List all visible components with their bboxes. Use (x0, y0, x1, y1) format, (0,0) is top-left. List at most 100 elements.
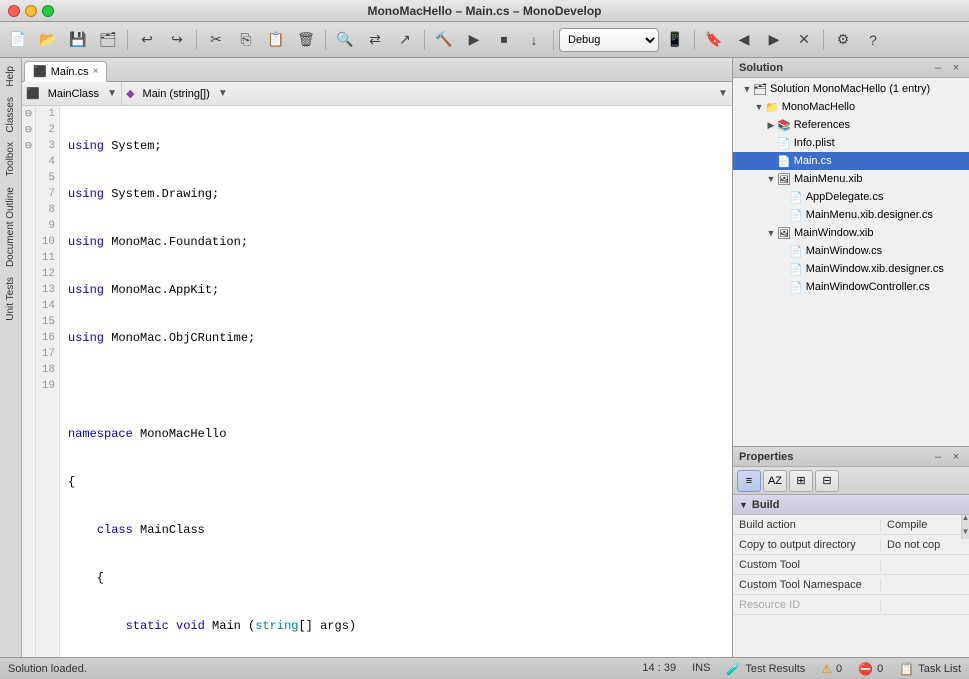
code-content[interactable]: using System; using System.Drawing; usin… (60, 106, 732, 657)
build-section-arrow: ▼ (739, 500, 748, 510)
scroll-up-btn[interactable]: ▲ (962, 515, 969, 525)
classes-panel-btn[interactable]: Classes (3, 93, 18, 137)
save-button[interactable]: 💾 (64, 26, 92, 54)
cut-button[interactable]: ✂ (202, 26, 230, 54)
help-button[interactable]: ? (859, 26, 887, 54)
tab-close-button[interactable]: × (93, 66, 99, 77)
mainwindow-xib-icon: 🖼 (777, 227, 791, 240)
tree-mainwindow-cs[interactable]: 📄 MainWindow.cs (733, 242, 969, 260)
code-editor[interactable]: ⊖ ⊖ ⊖ 1 2 (22, 106, 732, 657)
next-bookmark-button[interactable]: ▶ (760, 26, 788, 54)
props-view-alpha-btn[interactable]: AZ (763, 470, 787, 492)
tree-mainmenu-designer[interactable]: 📄 MainMenu.xib.designer.cs (733, 206, 969, 224)
solution-panel-minimize[interactable]: – (931, 61, 945, 75)
tree-mainmenu-label: MainMenu.xib (794, 173, 862, 185)
tree-root-arrow[interactable]: ▼ (741, 83, 753, 95)
document-outline-panel-btn[interactable]: Document Outline (3, 183, 18, 271)
errors-count: 0 (877, 663, 883, 675)
toolbox-panel-btn[interactable]: Toolbox (3, 138, 18, 180)
search-button[interactable]: 🔍 (331, 26, 359, 54)
props-view-category-btn[interactable]: ⊞ (789, 470, 813, 492)
props-view-all-btn[interactable]: ≡ (737, 470, 761, 492)
tab-main-cs[interactable]: ⬛ Main.cs × (24, 61, 107, 82)
tree-mainwindow-xib[interactable]: ▼ 🖼 MainWindow.xib (733, 224, 969, 242)
build-section-header[interactable]: ▼ Build (733, 495, 969, 515)
prev-bookmark-button[interactable]: ◀ (730, 26, 758, 54)
fold-column: ⊖ ⊖ ⊖ (22, 106, 36, 657)
tree-mainwindow-xib-label: MainWindow.xib (794, 227, 873, 239)
maximize-button[interactable] (42, 5, 54, 17)
tree-mainmenu-arrow[interactable]: ▼ (765, 173, 777, 185)
separator-2 (196, 30, 197, 50)
properties-table: Build action Compile ▲ ▼ Copy to output … (733, 515, 969, 657)
new-button[interactable]: 📄 (4, 26, 32, 54)
tree-mainwindow-arrow[interactable]: ▼ (765, 227, 777, 239)
warnings-count: 0 (836, 663, 842, 675)
separator-5 (553, 30, 554, 50)
window-controls[interactable] (8, 5, 54, 17)
props-label-custom-tool-ns: Custom Tool Namespace (733, 579, 881, 591)
minimize-button[interactable] (25, 5, 37, 17)
props-row-custom-tool[interactable]: Custom Tool (733, 555, 969, 575)
mainwindow-designer-icon: 📄 (789, 263, 803, 276)
solution-panel-close[interactable]: × (949, 61, 963, 75)
tree-root[interactable]: ▼ 🗂 Solution MonoMacHello (1 entry) (733, 80, 969, 98)
tree-appdelegate[interactable]: 📄 AppDelegate.cs (733, 188, 969, 206)
paste-button[interactable]: 📋 (262, 26, 290, 54)
tree-infoplist-label: Info.plist (794, 137, 835, 149)
tree-mainwindow-designer-label: MainWindow.xib.designer.cs (806, 263, 944, 275)
redo-button[interactable]: ↪ (163, 26, 191, 54)
method-dropdown-arrow[interactable]: ▼ (214, 82, 232, 105)
tree-mainwindow-designer[interactable]: 📄 MainWindow.xib.designer.cs (733, 260, 969, 278)
save-all-button[interactable]: 🗂 (94, 26, 122, 54)
unit-tests-panel-btn[interactable]: Unit Tests (3, 273, 18, 325)
properties-panel-close[interactable]: × (949, 450, 963, 464)
status-right: 14 : 39 INS 🧪 Test Results ⚠ 0 ⛔ 0 📋 Tas… (642, 662, 961, 676)
tree-mainwindow-controller[interactable]: 📄 MainWindowController.cs (733, 278, 969, 296)
close-button[interactable] (8, 5, 20, 17)
props-row-build-action[interactable]: Build action Compile ▲ ▼ (733, 515, 969, 535)
error-icon: ⛔ (858, 662, 873, 676)
tree-maincs[interactable]: 📄 Main.cs (733, 152, 969, 170)
class-dropdown-arrow[interactable]: ▼ (103, 82, 121, 105)
clear-bookmarks-button[interactable]: ✕ (790, 26, 818, 54)
run-button[interactable]: ▶ (460, 26, 488, 54)
device-button[interactable]: 📱 (661, 26, 689, 54)
props-label-custom-tool: Custom Tool (733, 559, 881, 571)
step-button[interactable]: ↓ (520, 26, 548, 54)
tree-project[interactable]: ▼ 📁 MonoMacHello (733, 98, 969, 116)
stop-button[interactable]: ⏹ (490, 26, 518, 54)
delete-button[interactable]: 🗑 (292, 26, 320, 54)
undo-button[interactable]: ↩ (133, 26, 161, 54)
nav-scroll-btn[interactable]: ▼ (714, 82, 732, 105)
tree-references-arrow[interactable]: ▶ (765, 119, 777, 131)
properties-panel-minimize[interactable]: – (931, 450, 945, 464)
solution-tree[interactable]: ▼ 🗂 Solution MonoMacHello (1 entry) ▼ 📁 … (733, 78, 969, 446)
tree-mainmenu-xib[interactable]: ▼ 🖼 MainMenu.xib (733, 170, 969, 188)
props-scrollbar[interactable]: ▲ ▼ (961, 515, 969, 539)
props-view-custom-btn[interactable]: ⊟ (815, 470, 839, 492)
bookmark-button[interactable]: 🔖 (700, 26, 728, 54)
properties-panel-title: Properties (739, 451, 793, 463)
separator-6 (694, 30, 695, 50)
props-row-copy-output[interactable]: Copy to output directory Do not cop (733, 535, 969, 555)
tree-infoplist[interactable]: 📄 Info.plist (733, 134, 969, 152)
tree-project-arrow[interactable]: ▼ (753, 101, 765, 113)
config-select[interactable]: Debug Release (559, 28, 659, 52)
separator-7 (823, 30, 824, 50)
replace-button[interactable]: ⇄ (361, 26, 389, 54)
open-button[interactable]: 📂 (34, 26, 62, 54)
task-list-group[interactable]: 📋 Task List (899, 662, 961, 676)
props-label-build-action: Build action (733, 519, 881, 531)
help-panel-btn[interactable]: Help (3, 62, 18, 91)
goto-button[interactable]: ↗ (391, 26, 419, 54)
scroll-down-btn[interactable]: ▼ (962, 525, 969, 539)
build-button[interactable]: 🔨 (430, 26, 458, 54)
settings-button[interactable]: ⚙ (829, 26, 857, 54)
props-label-resource-id: Resource ID (733, 599, 881, 611)
tree-references[interactable]: ▶ 📚 References (733, 116, 969, 134)
test-results-group[interactable]: 🧪 Test Results (726, 662, 805, 676)
copy-button[interactable]: ⎘ (232, 26, 260, 54)
tree-mainwindow-cs-label: MainWindow.cs (806, 245, 882, 257)
props-row-custom-tool-ns[interactable]: Custom Tool Namespace (733, 575, 969, 595)
